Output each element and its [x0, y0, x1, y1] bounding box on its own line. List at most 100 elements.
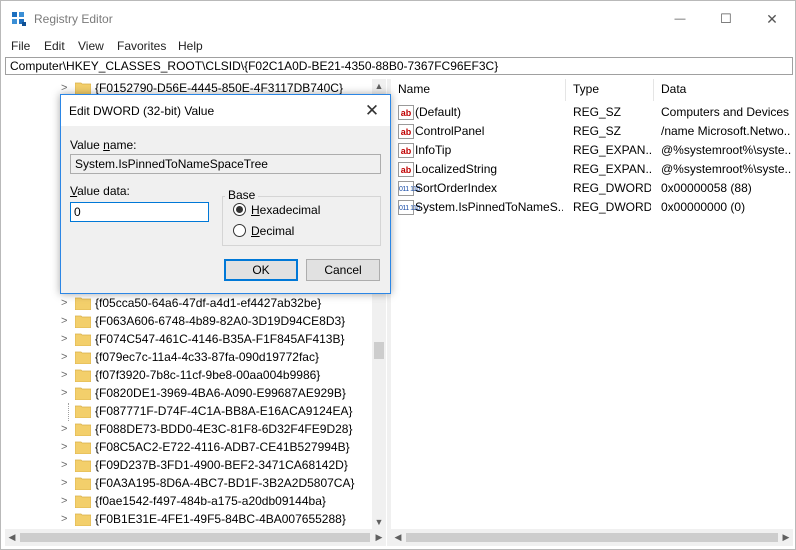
- chevron-right-icon[interactable]: >: [61, 83, 69, 94]
- values-horizontal-scrollbar[interactable]: ◀ ▶: [391, 529, 793, 546]
- dialog-title-bar[interactable]: Edit DWORD (32-bit) Value ✕: [61, 95, 390, 126]
- scroll-left-icon[interactable]: ◀: [5, 529, 19, 546]
- tree-item[interactable]: > {F08C5AC2-E722-4116-ADB7-CE41B527994B}: [5, 438, 371, 456]
- ok-button[interactable]: OK: [224, 259, 298, 281]
- scroll-up-icon[interactable]: ▲: [372, 79, 386, 93]
- chevron-right-icon[interactable]: >: [61, 388, 69, 399]
- title-bar[interactable]: Registry Editor — ☐ ✕: [1, 1, 795, 37]
- address-bar[interactable]: Computer\HKEY_CLASSES_ROOT\CLSID\{F02C1A…: [5, 57, 793, 75]
- value-name: ControlPanel: [415, 124, 485, 138]
- tree-item[interactable]: > {f0ae1542-f497-484b-a175-a20db09144ba}: [5, 492, 371, 510]
- tree-item[interactable]: > {F0B1E31E-4FE1-49F5-84BC-4BA007655288}: [5, 510, 371, 528]
- list-item[interactable]: ab (Default) REG_SZ Computers and Devices: [391, 103, 793, 122]
- scroll-right-icon[interactable]: ▶: [779, 529, 793, 546]
- maximize-button[interactable]: ☐: [703, 1, 749, 37]
- tree-item-label: {F0820DE1-3969-4BA6-A090-E99687AE929B}: [95, 386, 346, 400]
- value-type: REG_EXPAN...: [573, 143, 651, 157]
- chevron-right-icon[interactable]: >: [61, 424, 69, 435]
- chevron-right-icon[interactable]: >: [61, 478, 69, 489]
- column-header-type[interactable]: Type: [573, 82, 599, 96]
- hexadecimal-radio[interactable]: [233, 203, 246, 216]
- value-data: 0x00000058 (88): [661, 181, 752, 195]
- folder-icon: [75, 405, 91, 418]
- minimize-icon: —: [674, 13, 686, 25]
- chevron-right-icon[interactable]: >: [61, 298, 69, 309]
- binary-value-icon: 011 110: [398, 181, 420, 196]
- menu-view[interactable]: View: [78, 39, 104, 53]
- string-value-icon: ab: [398, 105, 414, 120]
- folder-icon: [75, 315, 91, 328]
- tree-hscroll-thumb[interactable]: [20, 533, 370, 542]
- value-data-label: Value data:: [70, 184, 130, 198]
- tree-item[interactable]: > {F063A606-6748-4b89-82A0-3D19D94CE8D3}: [5, 312, 371, 330]
- chevron-right-icon[interactable]: >: [61, 352, 69, 363]
- base-group-label: Base: [225, 188, 259, 202]
- tree-item-label: {F074C547-461C-4146-B35A-F1F845AF413B}: [95, 332, 345, 346]
- folder-icon: [75, 459, 91, 472]
- scroll-down-icon[interactable]: ▼: [372, 515, 386, 529]
- tree-horizontal-scrollbar[interactable]: ◀ ▶: [5, 529, 386, 546]
- folder-icon: [75, 477, 91, 490]
- value-data-input[interactable]: 0: [70, 202, 209, 222]
- chevron-right-icon[interactable]: >: [61, 334, 69, 345]
- folder-icon: [75, 495, 91, 508]
- tree-item-label: {F08C5AC2-E722-4116-ADB7-CE41B527994B}: [95, 440, 350, 454]
- folder-icon: [75, 513, 91, 526]
- tree-item[interactable]: > {F0820DE1-3969-4BA6-A090-E99687AE929B}: [5, 384, 371, 402]
- string-value-icon: ab: [398, 124, 414, 139]
- tree-item[interactable]: > {f05cca50-64a6-47df-a4d1-ef4427ab32be}: [5, 294, 371, 312]
- column-divider[interactable]: [565, 79, 566, 101]
- value-name: LocalizedString: [415, 162, 498, 176]
- tree-scroll-thumb[interactable]: [374, 342, 384, 359]
- value-name: (Default): [415, 105, 462, 119]
- tree-item[interactable]: > {F088DE73-BDD0-4E3C-81F8-6D32F4FE9D28}: [5, 420, 371, 438]
- hexadecimal-label[interactable]: Hexadecimal: [251, 203, 320, 217]
- dialog-close-button[interactable]: ✕: [354, 95, 390, 126]
- chevron-right-icon[interactable]: >: [61, 370, 69, 381]
- maximize-icon: ☐: [720, 11, 732, 26]
- values-list[interactable]: Name Type Data ab (Default) REG_SZ Computer…: [391, 79, 793, 529]
- value-data: /name Microsoft.Netwo...: [661, 124, 791, 138]
- tree-item[interactable]: {F087771F-D74F-4C1A-BB8A-E16ACA9124EA}: [5, 402, 371, 420]
- values-hscroll-thumb[interactable]: [406, 533, 778, 542]
- tree-item[interactable]: > {F09D237B-3FD1-4900-BEF2-3471CA68142D}: [5, 456, 371, 474]
- value-name-label: Value name:: [70, 138, 137, 152]
- decimal-label[interactable]: Decimal: [251, 224, 294, 238]
- list-item[interactable]: ab LocalizedString REG_EXPAN... @%systemroo…: [391, 160, 793, 179]
- column-header-name[interactable]: Name: [398, 82, 430, 96]
- scroll-left-icon[interactable]: ◀: [391, 529, 405, 546]
- folder-icon: [75, 423, 91, 436]
- chevron-right-icon[interactable]: >: [61, 460, 69, 471]
- decimal-radio[interactable]: [233, 224, 246, 237]
- menu-favorites[interactable]: Favorites: [117, 39, 166, 53]
- list-item[interactable]: 011 110 System.IsPinnedToNameS... REG_DWOR…: [391, 198, 793, 217]
- value-type: REG_DWORD: [573, 200, 651, 214]
- tree-item[interactable]: > {F0A3A195-8D6A-4BC7-BD1F-3B2A2D5807CA}: [5, 474, 371, 492]
- cancel-button[interactable]: Cancel: [306, 259, 380, 281]
- column-divider[interactable]: [653, 79, 654, 101]
- value-type: REG_EXPAN...: [573, 162, 651, 176]
- chevron-right-icon[interactable]: >: [61, 496, 69, 507]
- chevron-right-icon[interactable]: >: [61, 316, 69, 327]
- tree-item-label: {F088DE73-BDD0-4E3C-81F8-6D32F4FE9D28}: [95, 422, 353, 436]
- close-window-button[interactable]: ✕: [749, 1, 795, 37]
- value-name: InfoTip: [415, 143, 452, 157]
- chevron-right-icon[interactable]: >: [61, 514, 69, 525]
- column-header-data[interactable]: Data: [661, 82, 686, 96]
- tree-item-label: {F09D237B-3FD1-4900-BEF2-3471CA68142D}: [95, 458, 348, 472]
- minimize-button[interactable]: —: [657, 1, 703, 37]
- tree-item[interactable]: > {f07f3920-7b8c-11cf-9be8-00aa004b9986}: [5, 366, 371, 384]
- menu-edit[interactable]: Edit: [44, 39, 65, 53]
- chevron-right-icon[interactable]: >: [61, 442, 69, 453]
- tree-item[interactable]: > {F074C547-461C-4146-B35A-F1F845AF413B}: [5, 330, 371, 348]
- list-item[interactable]: ab InfoTip REG_EXPAN... @%systemroot%\syste…: [391, 141, 793, 160]
- tree-item-label: {F0152790-D56E-4445-850E-4F3117DB740C}: [95, 81, 343, 95]
- string-value-icon: ab: [398, 143, 414, 158]
- close-icon: ✕: [364, 101, 380, 120]
- list-item[interactable]: 011 110 SortOrderIndex REG_DWORD 0x00000058…: [391, 179, 793, 198]
- tree-item[interactable]: > {f079ec7c-11a4-4c33-87fa-090d19772fac}: [5, 348, 371, 366]
- menu-file[interactable]: File: [11, 39, 30, 53]
- list-item[interactable]: ab ControlPanel REG_SZ/name Microsoft.Netw…: [391, 122, 793, 141]
- menu-help[interactable]: Help: [178, 39, 203, 53]
- scroll-right-icon[interactable]: ▶: [372, 529, 386, 546]
